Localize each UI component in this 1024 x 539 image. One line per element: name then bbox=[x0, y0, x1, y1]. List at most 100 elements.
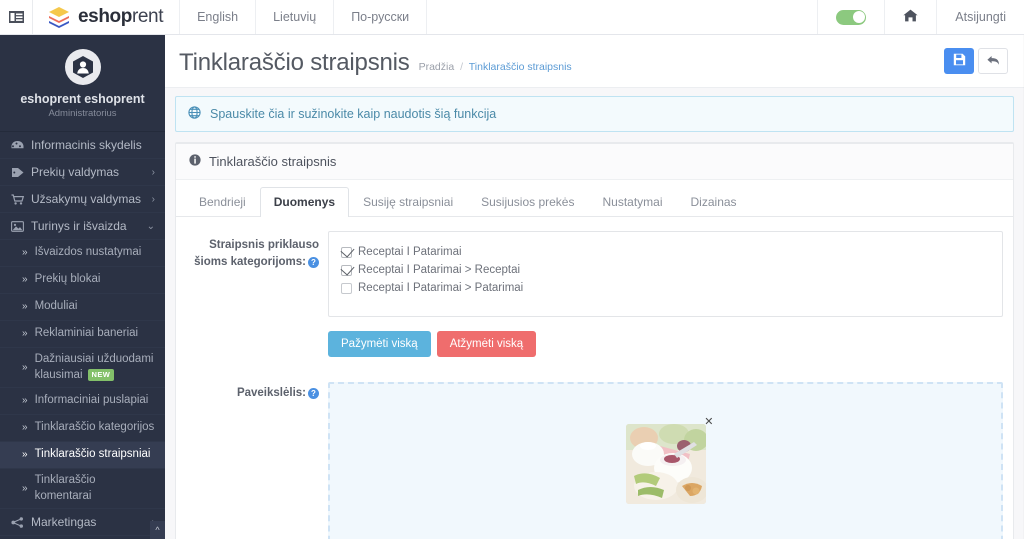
help-globe-icon bbox=[188, 106, 201, 122]
logout-label: Atsijungti bbox=[955, 10, 1006, 24]
sidebar-item-label: Turinys ir išvaizda bbox=[31, 219, 127, 233]
content-panel: Tinklaraščio straipsnis Bendrieji Duomen… bbox=[175, 142, 1014, 539]
sidebar-item-label: Užsakymų valdymas bbox=[31, 192, 142, 206]
tab-susijusios-prekes[interactable]: Susijusios prekės bbox=[467, 187, 588, 217]
breadcrumb-current[interactable]: Tinklaraščio straipsnis bbox=[469, 61, 572, 73]
logout-button[interactable]: Atsijungti bbox=[936, 0, 1024, 34]
top-bar-right: Atsijungti bbox=[817, 0, 1024, 34]
tab-duomenys[interactable]: Duomenys bbox=[259, 187, 350, 217]
breadcrumb-home[interactable]: Pradžia bbox=[419, 61, 455, 73]
close-x-icon[interactable]: ✕ bbox=[704, 417, 713, 428]
chevron-double-right-icon: » bbox=[22, 301, 28, 313]
category-row[interactable]: Receptai I Patarimai > Receptai bbox=[341, 261, 990, 279]
floppy-save-icon bbox=[953, 53, 966, 69]
lang-russian[interactable]: По-русски bbox=[333, 0, 428, 34]
sidebar-subitem-label: Reklaminiai baneriai bbox=[34, 327, 139, 340]
sidebar-subitem-tinklarascio-straipsniai[interactable]: » Tinklaraščio straipsniai bbox=[0, 442, 165, 470]
chevron-up-icon: ^ bbox=[155, 525, 160, 535]
language-switcher: English Lietuvių По-русски bbox=[179, 0, 428, 34]
tab-nustatymai[interactable]: Nustatymai bbox=[588, 187, 676, 217]
image-thumbnail[interactable] bbox=[625, 424, 706, 504]
category-checkbox[interactable] bbox=[341, 282, 352, 294]
save-button[interactable] bbox=[944, 48, 974, 74]
help-icon[interactable]: ? bbox=[308, 256, 319, 268]
help-icon[interactable]: ? bbox=[308, 388, 319, 399]
brand-light: rent bbox=[131, 6, 164, 27]
scroll-to-top-button[interactable]: ^ bbox=[150, 521, 165, 539]
sidebar-toggle-button[interactable] bbox=[0, 0, 33, 34]
category-checkbox[interactable] bbox=[341, 246, 352, 258]
info-alert-text: Spauskite čia ir sužinokite kaip naudoti… bbox=[210, 107, 497, 121]
sidebar-subitem-label: Tinklaraščio straipsniai bbox=[34, 448, 151, 461]
category-checkbox[interactable] bbox=[341, 264, 352, 276]
form-row-image: Paveikslėlis:? ✕ bbox=[176, 379, 1013, 539]
chevron-double-right-icon: » bbox=[22, 422, 28, 434]
panel-header: Tinklaraščio straipsnis bbox=[176, 144, 1013, 180]
lang-lietuviu[interactable]: Lietuvių bbox=[255, 0, 333, 34]
sidebar-subitem-dazniausiai-uzduodami-klausimai[interactable]: » Dažniausiai užduodami klausimai NEW bbox=[0, 348, 165, 389]
sidebar-subitem-label: Prekių blokai bbox=[34, 273, 101, 286]
category-row[interactable]: Receptai I Patarimai > Patarimai bbox=[341, 279, 990, 297]
image-field: ✕ bbox=[328, 379, 1013, 539]
chevron-double-right-icon: » bbox=[22, 247, 28, 259]
info-alert[interactable]: Spauskite čia ir sužinokite kaip naudoti… bbox=[175, 96, 1014, 132]
sidebar-subitem-label: Informaciniai puslapiai bbox=[34, 394, 149, 407]
back-button[interactable] bbox=[978, 48, 1008, 74]
sidebar-item-prekiu-valdymas[interactable]: Prekių valdymas › bbox=[0, 159, 165, 186]
sidebar-item-label: Prekių valdymas bbox=[31, 165, 120, 179]
sidebar-item-informacinis-skydelis[interactable]: Informacinis skydelis bbox=[0, 132, 165, 159]
sidebar-subitem-moduliai[interactable]: » Moduliai bbox=[0, 294, 165, 321]
sidebar-subitem-reklaminiai-baneriai[interactable]: » Reklaminiai baneriai bbox=[0, 321, 165, 348]
sidebar: eshoprent eshoprent Administratorius Inf… bbox=[0, 35, 165, 539]
sidebar-user-role: Administratorius bbox=[48, 108, 117, 119]
tab-dizainas[interactable]: Dizainas bbox=[677, 187, 751, 217]
uncheck-all-button[interactable]: Atžymėti viską bbox=[436, 331, 537, 357]
image-label: Paveikslėlis:? bbox=[176, 379, 328, 539]
brand-bold: eshop bbox=[78, 6, 132, 27]
tab-susije-straipsniai[interactable]: Susiję straipsniai bbox=[349, 187, 467, 217]
categories-field: Receptai I Patarimai Receptai I Patarima… bbox=[328, 231, 1013, 357]
sidebar-item-label: Informacinis skydelis bbox=[31, 138, 142, 152]
lang-english[interactable]: English bbox=[179, 0, 255, 34]
chevron-double-right-icon: » bbox=[22, 328, 28, 340]
sidebar-item-label: Marketingas bbox=[31, 515, 97, 530]
page-title: Tinklaraščio straipsnis bbox=[179, 49, 410, 76]
category-row[interactable]: Receptai I Patarimai bbox=[341, 243, 990, 261]
chevron-right-icon: › bbox=[151, 166, 155, 178]
sidebar-subitem-label: Moduliai bbox=[34, 300, 78, 313]
chevron-double-right-icon: » bbox=[22, 395, 28, 407]
theme-toggle[interactable] bbox=[817, 0, 884, 34]
image-icon bbox=[11, 220, 28, 232]
sidebar-subitem-isvaizdos-nustatymai[interactable]: » Išvaizdos nustatymai bbox=[0, 240, 165, 267]
sidebar-user-block[interactable]: eshoprent eshoprent Administratorius bbox=[0, 35, 165, 132]
image-label-text: Paveikslėlis: bbox=[236, 387, 306, 399]
sidebar-item-marketingas[interactable]: Marketingas › bbox=[0, 509, 165, 537]
info-circle-icon bbox=[189, 154, 201, 169]
share-icon bbox=[11, 516, 28, 528]
brand-logo-link[interactable]: eshoprent bbox=[33, 0, 179, 34]
form-body: Straipsnis priklauso šioms kategorijoms:… bbox=[176, 217, 1013, 539]
avatar bbox=[64, 49, 101, 85]
list-toggle-icon bbox=[8, 11, 24, 23]
sidebar-item-uzsakymu-valdymas[interactable]: Užsakymų valdymas › bbox=[0, 186, 165, 213]
sidebar-subitem-prekiu-blokai[interactable]: » Prekių blokai bbox=[0, 267, 165, 294]
chevron-double-right-icon: » bbox=[22, 274, 28, 286]
tab-bendrieji[interactable]: Bendrieji bbox=[185, 187, 260, 217]
home-button[interactable] bbox=[884, 0, 936, 34]
sidebar-subitem-tinklarascio-kategorijos[interactable]: » Tinklaraščio kategorijos bbox=[0, 415, 165, 443]
tag-icon bbox=[11, 167, 28, 178]
image-thumbnail-wrapper: ✕ bbox=[625, 417, 714, 504]
new-badge: NEW bbox=[87, 368, 115, 381]
breadcrumb-separator: / bbox=[460, 61, 464, 73]
check-all-button[interactable]: Pažymėti viską bbox=[328, 331, 431, 357]
sidebar-subitem-label: Išvaizdos nustatymai bbox=[34, 246, 142, 259]
sidebar-subitem-tinklarascio-komentarai[interactable]: » Tinklaraščio komentarai bbox=[0, 469, 165, 510]
sidebar-subitem-label: Tinklaraščio komentarai bbox=[34, 474, 96, 502]
chevron-double-right-icon: » bbox=[22, 482, 28, 494]
category-label: Receptai I Patarimai bbox=[358, 246, 462, 258]
sidebar-subitem-informaciniai-puslapiai[interactable]: » Informaciniai puslapiai bbox=[0, 388, 165, 416]
sidebar-subitem-label: Tinklaraščio kategorijos bbox=[34, 421, 155, 434]
image-dropzone[interactable]: ✕ bbox=[328, 382, 1003, 539]
categories-checkbox-list: Receptai I Patarimai Receptai I Patarima… bbox=[328, 231, 1003, 317]
sidebar-item-turinys-ir-isvaizda[interactable]: Turinys ir išvaizda ⌄ bbox=[0, 213, 165, 240]
